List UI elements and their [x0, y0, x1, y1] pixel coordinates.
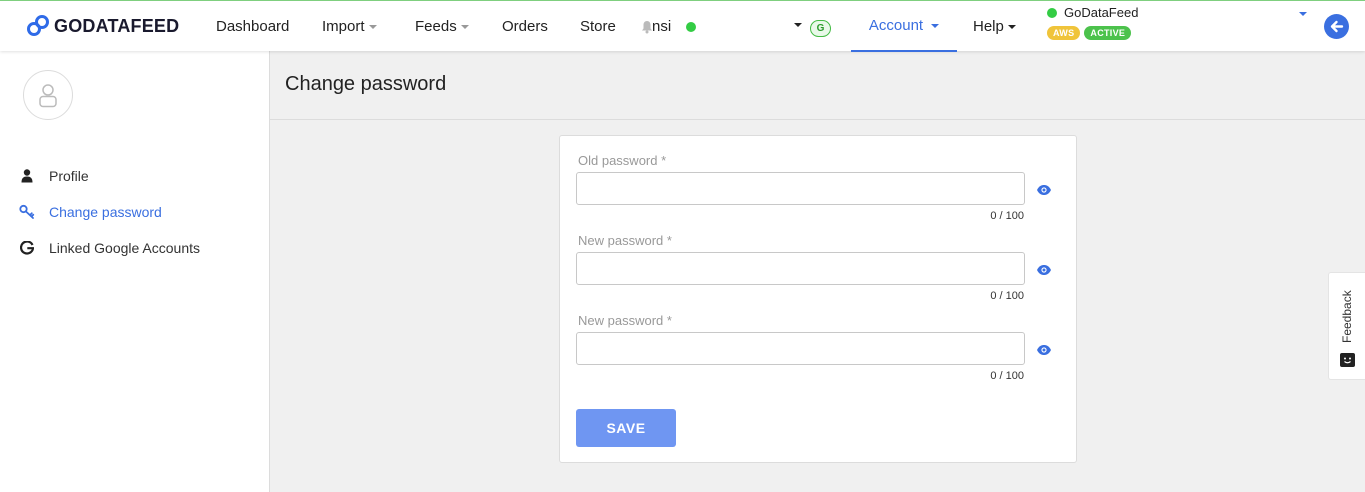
new-password-counter: 0 / 100	[990, 290, 1024, 302]
google-icon	[19, 240, 35, 256]
eye-icon[interactable]	[1036, 343, 1052, 355]
nav-dashboard[interactable]: Dashboard	[216, 18, 289, 35]
nav-feeds[interactable]: Feeds	[415, 18, 469, 35]
chevron-down-icon	[460, 25, 469, 29]
org-switcher[interactable]: GoDataFeed AWS ACTIVE	[1047, 5, 1138, 40]
nav-import-label: Import	[322, 18, 365, 35]
chevron-down-icon	[931, 24, 940, 28]
user-icon	[19, 168, 35, 184]
save-button[interactable]: SAVE	[576, 409, 676, 447]
user-menu[interactable]: nsi	[640, 18, 697, 35]
chevron-down-icon	[368, 25, 377, 29]
old-password-field[interactable]	[576, 172, 1025, 205]
nav-account-label: Account	[868, 17, 924, 34]
sidebar-item-label: Change password	[49, 204, 162, 220]
confirm-password-label: New password *	[578, 313, 672, 328]
nav-orders[interactable]: Orders	[502, 18, 548, 35]
old-password-counter: 0 / 100	[990, 210, 1024, 222]
user-outline-icon	[39, 84, 57, 108]
sidebar: Profile Change password Linked Google Ac…	[0, 51, 270, 492]
org-status-dot	[1047, 7, 1057, 18]
nav-dashboard-label: Dashboard	[216, 18, 290, 35]
main-content: Change password Old password * 0 / 100 N…	[270, 51, 1365, 492]
arrow-left-icon	[1330, 20, 1344, 33]
nav-account[interactable]: Account	[851, 1, 957, 52]
change-password-form: Old password * 0 / 100 New password * 0 …	[559, 135, 1077, 463]
org-dropdown-chevron-icon[interactable]	[1299, 12, 1307, 16]
key-icon	[19, 204, 35, 220]
confirm-password-counter: 0 / 100	[990, 370, 1024, 382]
logo-text: GODATAFEED	[54, 15, 180, 36]
eye-icon[interactable]	[1036, 183, 1052, 195]
nav-import[interactable]: Import	[322, 18, 377, 35]
nav-store[interactable]: Store	[580, 18, 616, 35]
page-header: Change password	[270, 51, 1365, 120]
chevron-down-icon	[1007, 25, 1016, 29]
org-name: GoDataFeed	[1064, 5, 1139, 20]
sidebar-item-label: Linked Google Accounts	[49, 240, 200, 256]
top-navbar: GODATAFEED Dashboard Import Feeds Orders…	[0, 0, 1365, 52]
nav-help[interactable]: Help	[973, 18, 1016, 35]
user-name-fragment: nsi	[652, 18, 672, 35]
nav-help-label: Help	[973, 18, 1004, 35]
user-dropdown-toggle[interactable]	[794, 23, 802, 27]
feedback-label: Feedback	[1340, 290, 1354, 343]
eye-icon[interactable]	[1036, 263, 1052, 275]
sidebar-item-label: Profile	[49, 168, 89, 184]
confirm-password-field[interactable]	[576, 332, 1025, 365]
feedback-tab[interactable]: Feedback	[1328, 272, 1365, 380]
aws-badge: AWS	[1047, 26, 1081, 40]
nav-feeds-label: Feeds	[415, 18, 457, 35]
nav-store-label: Store	[580, 18, 616, 35]
logo-mark-icon	[27, 15, 49, 36]
feedback-face-icon	[1340, 353, 1355, 367]
chevron-down-icon	[794, 23, 802, 27]
google-status-badge[interactable]: G	[810, 20, 831, 37]
sidebar-item-profile[interactable]: Profile	[19, 168, 89, 184]
avatar[interactable]	[23, 70, 73, 120]
old-password-label: Old password *	[578, 153, 667, 168]
new-password-label: New password *	[578, 233, 672, 248]
page-title: Change password	[285, 73, 447, 95]
back-button[interactable]	[1324, 14, 1349, 39]
sidebar-item-change-password[interactable]: Change password	[19, 204, 162, 220]
status-dot	[686, 21, 697, 32]
active-badge: ACTIVE	[1084, 26, 1132, 40]
brand-logo[interactable]: GODATAFEED	[26, 14, 179, 38]
new-password-field[interactable]	[576, 252, 1025, 285]
sidebar-item-linked-google-accounts[interactable]: Linked Google Accounts	[19, 240, 200, 256]
nav-orders-label: Orders	[502, 18, 548, 35]
